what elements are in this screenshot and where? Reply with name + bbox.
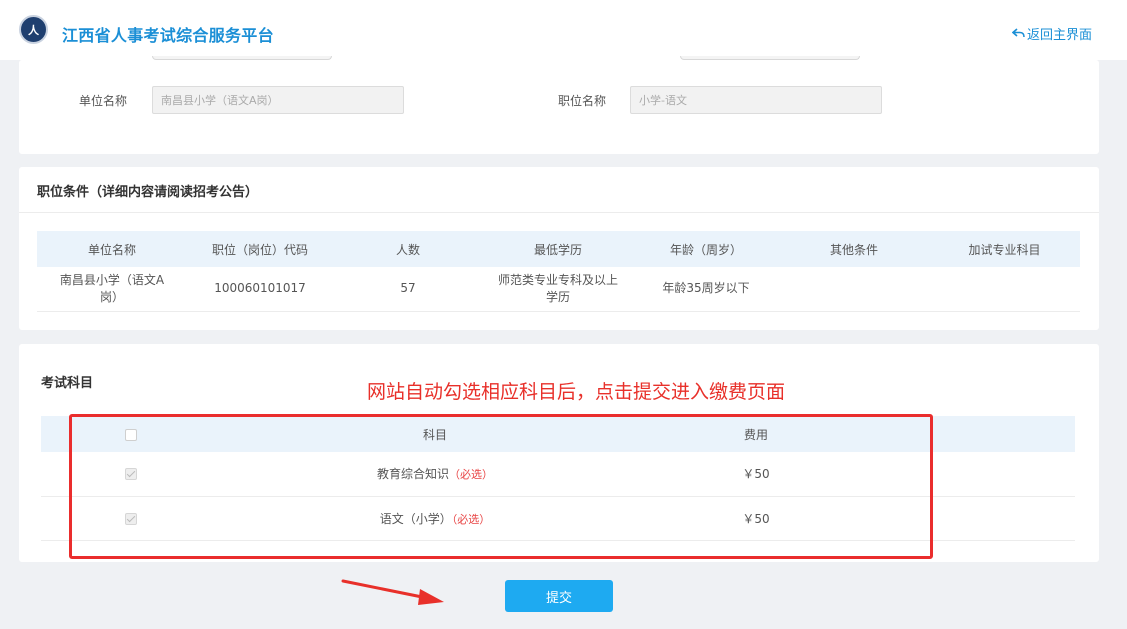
table-header-row: 科目 费用 <box>41 416 1075 452</box>
back-link-label: 返回主界面 <box>1027 28 1093 43</box>
exam-subjects-title: 考试科目 <box>41 376 94 391</box>
cell-education-text: 师范类专业专科及以上学历 <box>497 272 618 304</box>
column-header-empty <box>863 416 1075 452</box>
cell-fee: ￥50 <box>649 452 863 497</box>
column-header: 其他条件 <box>779 231 929 267</box>
cell-extra-subject <box>929 267 1080 312</box>
table-row: 南昌县小学（语文A岗） 100060101017 57 师范类专业专科及以上学历… <box>37 267 1080 312</box>
conditions-title: 职位条件（详细内容请阅读招考公告） <box>37 185 259 200</box>
back-to-main-link[interactable]: 返回主界面 <box>1012 24 1092 43</box>
required-tag: （必选） <box>449 468 493 482</box>
conditions-table: 单位名称 职位（岗位）代码 人数 最低学历 年龄（周岁） 其他条件 加试专业科目… <box>37 231 1080 312</box>
exam-subjects-table: 科目 费用 教育综合知识（必选） ￥50 语文（小学）（必选） ￥50 <box>41 416 1075 541</box>
column-header: 职位（岗位）代码 <box>187 231 333 267</box>
pointer-arrow-icon <box>341 579 444 605</box>
position-info-card: 单位名称 职位名称 <box>19 56 1099 154</box>
column-header: 人数 <box>333 231 483 267</box>
subject-checkbox[interactable] <box>125 512 137 525</box>
position-conditions-card: 职位条件（详细内容请阅读招考公告） 单位名称 职位（岗位）代码 人数 最低学历 … <box>19 167 1099 330</box>
unit-name-field[interactable] <box>152 86 404 114</box>
column-header: 年龄（周岁） <box>633 231 779 267</box>
cell-age: 年龄35周岁以下 <box>633 267 779 312</box>
required-tag: （必选） <box>451 512 491 526</box>
instruction-annotation: 网站自动勾选相应科目后，点击提交进入缴费页面 <box>367 381 786 403</box>
subject-checkbox[interactable] <box>125 468 137 481</box>
row-select-cell <box>41 452 221 497</box>
submit-button[interactable]: 提交 <box>505 580 613 612</box>
column-header: 最低学历 <box>483 231 633 267</box>
top-header: 人 江西省人事考试综合服务平台 返回主界面 <box>0 0 1127 60</box>
partial-input-above <box>680 56 860 60</box>
partial-input-above <box>152 56 332 60</box>
cell-count: 57 <box>333 267 483 312</box>
column-header: 加试专业科目 <box>929 231 1080 267</box>
position-name-field[interactable] <box>630 86 882 114</box>
column-header-subject: 科目 <box>221 416 649 452</box>
cell-empty <box>863 452 1075 497</box>
cell-fee: ￥50 <box>649 496 863 541</box>
site-logo-icon: 人 <box>19 15 48 44</box>
cell-code: 100060101017 <box>187 267 333 312</box>
cell-other <box>779 267 929 312</box>
cell-subject: 教育综合知识（必选） <box>221 452 649 497</box>
select-all-checkbox[interactable] <box>125 428 137 441</box>
table-header-row: 单位名称 职位（岗位）代码 人数 最低学历 年龄（周岁） 其他条件 加试专业科目 <box>37 231 1080 267</box>
site-title: 江西省人事考试综合服务平台 <box>62 26 274 45</box>
cell-education: 师范类专业专科及以上学历 <box>483 267 633 312</box>
cell-empty <box>863 496 1075 541</box>
column-header: 单位名称 <box>37 231 187 267</box>
subject-name: 语文（小学） <box>379 511 452 526</box>
table-row: 教育综合知识（必选） ￥50 <box>41 452 1075 497</box>
cell-subject: 语文（小学）（必选） <box>221 496 649 541</box>
select-all-header <box>41 416 221 452</box>
table-row: 语文（小学）（必选） ￥50 <box>41 496 1075 541</box>
divider <box>19 212 1099 213</box>
position-name-label: 职位名称 <box>558 94 607 108</box>
logo-text: 人 <box>28 23 39 37</box>
subject-name: 教育综合知识 <box>376 467 449 482</box>
unit-name-label: 单位名称 <box>79 94 128 108</box>
return-arrow-icon <box>1012 28 1025 38</box>
cell-unit-text: 南昌县小学（语文A岗） <box>59 272 165 304</box>
column-header-fee: 费用 <box>649 416 863 452</box>
cell-unit: 南昌县小学（语文A岗） <box>37 267 187 312</box>
row-select-cell <box>41 496 221 541</box>
